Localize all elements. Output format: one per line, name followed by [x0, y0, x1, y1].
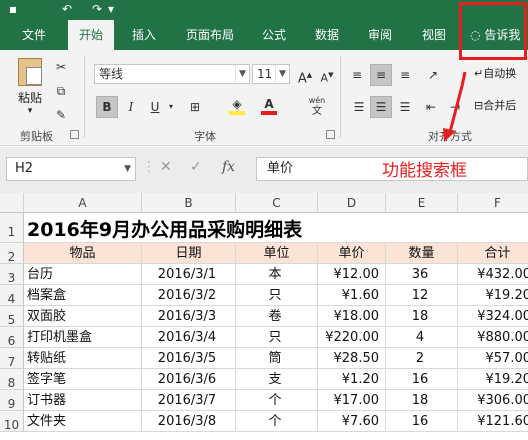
table-cell[interactable]: 只	[236, 285, 318, 306]
table-cell[interactable]: ¥7.60	[318, 411, 386, 432]
table-cell[interactable]: 18	[386, 306, 458, 327]
table-cell[interactable]: 2016/3/2	[142, 285, 236, 306]
table-cell[interactable]: 双面胶	[24, 306, 142, 327]
sheet-title-cell[interactable]: 2016年9月办公用品采购明细表	[24, 213, 528, 243]
table-cell[interactable]: ¥1.60	[318, 285, 386, 306]
table-cell[interactable]: ¥324.00	[458, 306, 528, 327]
row-header-6[interactable]: 6	[0, 327, 24, 348]
table-cell[interactable]: 台历	[24, 264, 142, 285]
header-cell-B[interactable]: 日期	[142, 243, 236, 264]
table-cell[interactable]: ¥19.20	[458, 369, 528, 390]
table-cell[interactable]: ¥12.00	[318, 264, 386, 285]
table-cell[interactable]: ¥220.00	[318, 327, 386, 348]
table-cell[interactable]: 签字笔	[24, 369, 142, 390]
table-cell[interactable]: 个	[236, 411, 318, 432]
worksheet-grid: A B C D E F 1 2 3 4 5 6 7 8 9 10 2016年9月办公用品采购明细表 物品 日期 单位单…	[0, 193, 528, 432]
header-cell-C[interactable]: 单位	[236, 243, 318, 264]
table-cell[interactable]: 个	[236, 390, 318, 411]
row-header-8[interactable]: 8	[0, 369, 24, 390]
table-cell[interactable]: ¥17.00	[318, 390, 386, 411]
table-cell[interactable]: 2016/3/3	[142, 306, 236, 327]
table-cell[interactable]: ¥121.60	[458, 411, 528, 432]
table-cell[interactable]: 本	[236, 264, 318, 285]
table-cell[interactable]: ¥306.00	[458, 390, 528, 411]
table-cell[interactable]: ¥57.00	[458, 348, 528, 369]
table-cell[interactable]: 2016/3/5	[142, 348, 236, 369]
column-header-D[interactable]: D	[318, 193, 386, 213]
table-cell[interactable]: 16	[386, 411, 458, 432]
table-cell[interactable]: 2	[386, 348, 458, 369]
table-cell[interactable]: 2016/3/6	[142, 369, 236, 390]
table-cell[interactable]: ¥19.20	[458, 285, 528, 306]
column-header-A[interactable]: A	[24, 193, 142, 213]
table-cell[interactable]: 只	[236, 327, 318, 348]
table-cell[interactable]: 档案盒	[24, 285, 142, 306]
row-header-7[interactable]: 7	[0, 348, 24, 369]
table-cell[interactable]: 4	[386, 327, 458, 348]
header-cell-F[interactable]: 合计	[458, 243, 528, 264]
table-cell[interactable]: 36	[386, 264, 458, 285]
table-cell[interactable]: 2016/3/8	[142, 411, 236, 432]
table-cell[interactable]: 转贴纸	[24, 348, 142, 369]
table-cell[interactable]: 文件夹	[24, 411, 142, 432]
row-header-9[interactable]: 9	[0, 390, 24, 411]
table-cell[interactable]: 订书器	[24, 390, 142, 411]
row-header-3[interactable]: 3	[0, 264, 24, 285]
select-all-corner[interactable]	[0, 193, 24, 213]
table-cell[interactable]: 2016/3/4	[142, 327, 236, 348]
header-cell-A[interactable]: 物品	[24, 243, 142, 264]
header-cell-D[interactable]: 单价	[318, 243, 386, 264]
table-cell[interactable]: 卷	[236, 306, 318, 327]
row-header-2[interactable]: 2	[0, 243, 24, 264]
row-header-10[interactable]: 10	[0, 411, 24, 432]
row-header-4[interactable]: 4	[0, 285, 24, 306]
table-cell[interactable]: ¥1.20	[318, 369, 386, 390]
table-cell[interactable]: 2016/3/7	[142, 390, 236, 411]
table-cell[interactable]: ¥28.50	[318, 348, 386, 369]
table-cell[interactable]: 2016/3/1	[142, 264, 236, 285]
column-header-C[interactable]: C	[236, 193, 318, 213]
table-cell[interactable]: 打印机墨盒	[24, 327, 142, 348]
table-cell[interactable]: 12	[386, 285, 458, 306]
table-cell[interactable]: ¥18.00	[318, 306, 386, 327]
table-cell[interactable]: 18	[386, 390, 458, 411]
row-header-1[interactable]: 1	[0, 213, 24, 243]
column-header-F[interactable]: F	[458, 193, 528, 213]
table-cell[interactable]: ¥880.00	[458, 327, 528, 348]
table-cell[interactable]: 16	[386, 369, 458, 390]
column-header-B[interactable]: B	[142, 193, 236, 213]
table-cell[interactable]: 筒	[236, 348, 318, 369]
table-cell[interactable]: ¥432.00	[458, 264, 528, 285]
header-cell-E[interactable]: 数量	[386, 243, 458, 264]
row-header-5[interactable]: 5	[0, 306, 24, 327]
table-cell[interactable]: 支	[236, 369, 318, 390]
column-header-E[interactable]: E	[386, 193, 458, 213]
